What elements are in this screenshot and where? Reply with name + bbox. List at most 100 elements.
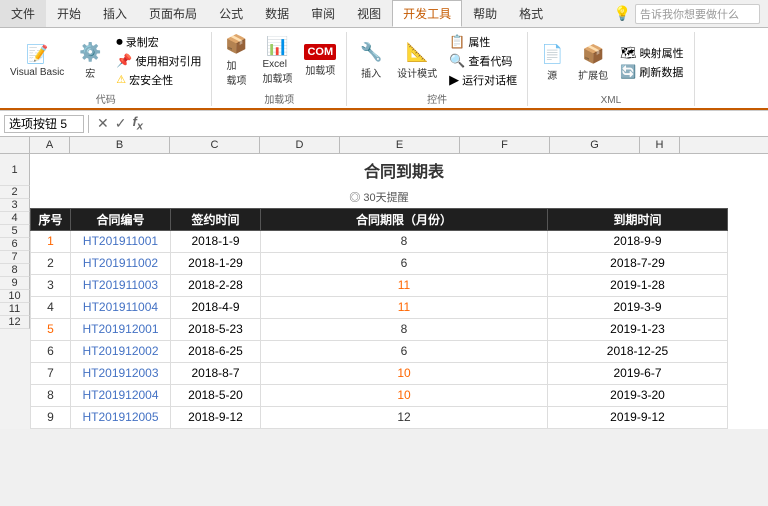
cell-contract[interactable]: HT201912004 — [71, 384, 171, 406]
tab-format[interactable]: 格式 — [508, 0, 554, 27]
com-addin-button[interactable]: COM 加载项 — [300, 42, 340, 79]
cell-period[interactable]: 12 — [261, 406, 548, 428]
table-row[interactable]: 6 HT201912002 2018-6-25 6 2018-12-25 — [31, 340, 768, 362]
cell-contract[interactable]: HT201912003 — [71, 362, 171, 384]
cell-expire[interactable]: 2019-3-9 — [548, 296, 728, 318]
title-cell-b[interactable] — [71, 154, 171, 186]
row-header-11[interactable]: 11 — [0, 303, 30, 316]
cell-sign-date[interactable]: 2018-1-29 — [171, 252, 261, 274]
cell-contract[interactable]: HT201912002 — [71, 340, 171, 362]
row-header-8[interactable]: 8 — [0, 264, 30, 277]
title-cell-h[interactable] — [728, 154, 768, 186]
macro-security-button[interactable]: ⚠ 宏安全性 — [112, 71, 205, 89]
cell-expire[interactable]: 2019-6-7 — [548, 362, 728, 384]
cell-sign-date[interactable]: 2018-8-7 — [171, 362, 261, 384]
expand-button[interactable]: 📦 扩展包 — [574, 42, 612, 84]
title-cell-a[interactable] — [31, 154, 71, 186]
refresh-data-button[interactable]: 🔄 刷新数据 — [616, 63, 688, 81]
addin-button[interactable]: 📦 加载项 — [218, 32, 254, 89]
cell-contract[interactable]: HT201911003 — [71, 274, 171, 296]
relative-ref-button[interactable]: 📌 使用相对引用 — [112, 52, 205, 70]
properties-button[interactable]: 📋 属性 — [445, 33, 521, 51]
table-row[interactable]: 3 HT201911003 2018-2-28 11 2019-1-28 — [31, 274, 768, 296]
cell-expire[interactable]: 2018-9-9 — [548, 230, 728, 252]
cell-sign-date[interactable]: 2018-6-25 — [171, 340, 261, 362]
row-header-6[interactable]: 6 — [0, 238, 30, 251]
tab-view[interactable]: 视图 — [346, 0, 392, 27]
formula-input[interactable] — [151, 117, 764, 131]
view-code-button[interactable]: 🔍 查看代码 — [445, 52, 521, 70]
cell-contract[interactable]: HT201912005 — [71, 406, 171, 428]
record-macro-button[interactable]: ⏺ 录制宏 — [112, 33, 205, 51]
col-header-h[interactable]: H — [640, 137, 680, 153]
col-header-f[interactable]: F — [460, 137, 550, 153]
visual-basic-button[interactable]: 📝 Visual Basic — [6, 42, 68, 80]
cancel-formula-icon[interactable]: ✕ — [97, 115, 109, 132]
cell-seq[interactable]: 3 — [31, 274, 71, 296]
table-row[interactable]: 7 HT201912003 2018-8-7 10 2019-6-7 — [31, 362, 768, 384]
col-header-a[interactable]: A — [30, 137, 70, 153]
row-header-10[interactable]: 10 — [0, 290, 30, 303]
cell-period[interactable]: 10 — [261, 362, 548, 384]
row-header-4[interactable]: 4 — [0, 212, 30, 225]
row-header-7[interactable]: 7 — [0, 251, 30, 264]
cell-seq[interactable]: 7 — [31, 362, 71, 384]
insert-function-icon[interactable]: fx — [132, 114, 142, 133]
tab-insert[interactable]: 插入 — [92, 0, 138, 27]
cell-sign-date[interactable]: 2018-1-9 — [171, 230, 261, 252]
cell-expire[interactable]: 2018-7-29 — [548, 252, 728, 274]
cell-contract[interactable]: HT201911002 — [71, 252, 171, 274]
cell-sign-date[interactable]: 2018-4-9 — [171, 296, 261, 318]
cell-period[interactable]: 10 — [261, 384, 548, 406]
excel-addin-button[interactable]: 📊 Excel加载项 — [258, 34, 296, 87]
col-header-d[interactable]: D — [260, 137, 340, 153]
col-header-c[interactable]: C — [170, 137, 260, 153]
cell-sign-date[interactable]: 2018-5-20 — [171, 384, 261, 406]
macro-button[interactable]: ⚙️ 宏 — [72, 40, 108, 82]
cell-seq[interactable]: 6 — [31, 340, 71, 362]
cell-sign-date[interactable]: 2018-5-23 — [171, 318, 261, 340]
cell-seq[interactable]: 9 — [31, 406, 71, 428]
row-header-5[interactable]: 5 — [0, 225, 30, 238]
tab-developer[interactable]: 开发工具 — [392, 0, 462, 27]
table-row[interactable]: 9 HT201912005 2018-9-12 12 2019-9-12 — [31, 406, 768, 428]
title-cell-g[interactable] — [638, 154, 728, 186]
col-header-g[interactable]: G — [550, 137, 640, 153]
row-header-2[interactable]: 2 — [0, 186, 30, 199]
cell-contract[interactable]: HT201911001 — [71, 230, 171, 252]
tab-page-layout[interactable]: 页面布局 — [138, 0, 208, 27]
cell-contract[interactable]: HT201911004 — [71, 296, 171, 318]
cell-period[interactable]: 8 — [261, 230, 548, 252]
tab-file[interactable]: 文件 — [0, 0, 46, 27]
cell-expire[interactable]: 2019-3-20 — [548, 384, 728, 406]
cell-contract[interactable]: HT201912001 — [71, 318, 171, 340]
source-button[interactable]: 📄 源 — [534, 42, 570, 84]
tab-data[interactable]: 数据 — [254, 0, 300, 27]
table-row[interactable]: 5 HT201912001 2018-5-23 8 2019-1-23 — [31, 318, 768, 340]
col-header-e[interactable]: E — [340, 137, 460, 153]
cell-seq[interactable]: 4 — [31, 296, 71, 318]
map-prop-button[interactable]: 🗺 映射属性 — [616, 44, 688, 62]
table-row[interactable]: 1 HT201911001 2018-1-9 8 2018-9-9 — [31, 230, 768, 252]
row-header-3[interactable]: 3 — [0, 199, 30, 212]
search-bar[interactable]: 告诉我你想要做什么 — [635, 4, 760, 24]
cell-period[interactable]: 6 — [261, 340, 548, 362]
confirm-formula-icon[interactable]: ✓ — [115, 115, 127, 132]
tab-formula[interactable]: 公式 — [208, 0, 254, 27]
cell-period[interactable]: 6 — [261, 252, 548, 274]
table-row[interactable]: 2 HT201911002 2018-1-29 6 2018-7-29 — [31, 252, 768, 274]
tab-help[interactable]: 帮助 — [462, 0, 508, 27]
tab-review[interactable]: 审阅 — [300, 0, 346, 27]
cell-sign-date[interactable]: 2018-2-28 — [171, 274, 261, 296]
reminder-cell[interactable]: ◎ 30天提醒 — [31, 186, 728, 208]
row-header-1[interactable]: 1 — [0, 154, 30, 186]
cell-period[interactable]: 8 — [261, 318, 548, 340]
cell-expire[interactable]: 2019-1-28 — [548, 274, 728, 296]
title-cell-main[interactable]: 合同到期表 — [261, 154, 548, 186]
title-cell-c[interactable] — [171, 154, 261, 186]
cell-seq[interactable]: 8 — [31, 384, 71, 406]
cell-expire[interactable]: 2018-12-25 — [548, 340, 728, 362]
design-mode-button[interactable]: 📐 设计模式 — [393, 40, 441, 82]
insert-control-button[interactable]: 🔧 插入 — [353, 40, 389, 82]
cell-seq[interactable]: 5 — [31, 318, 71, 340]
